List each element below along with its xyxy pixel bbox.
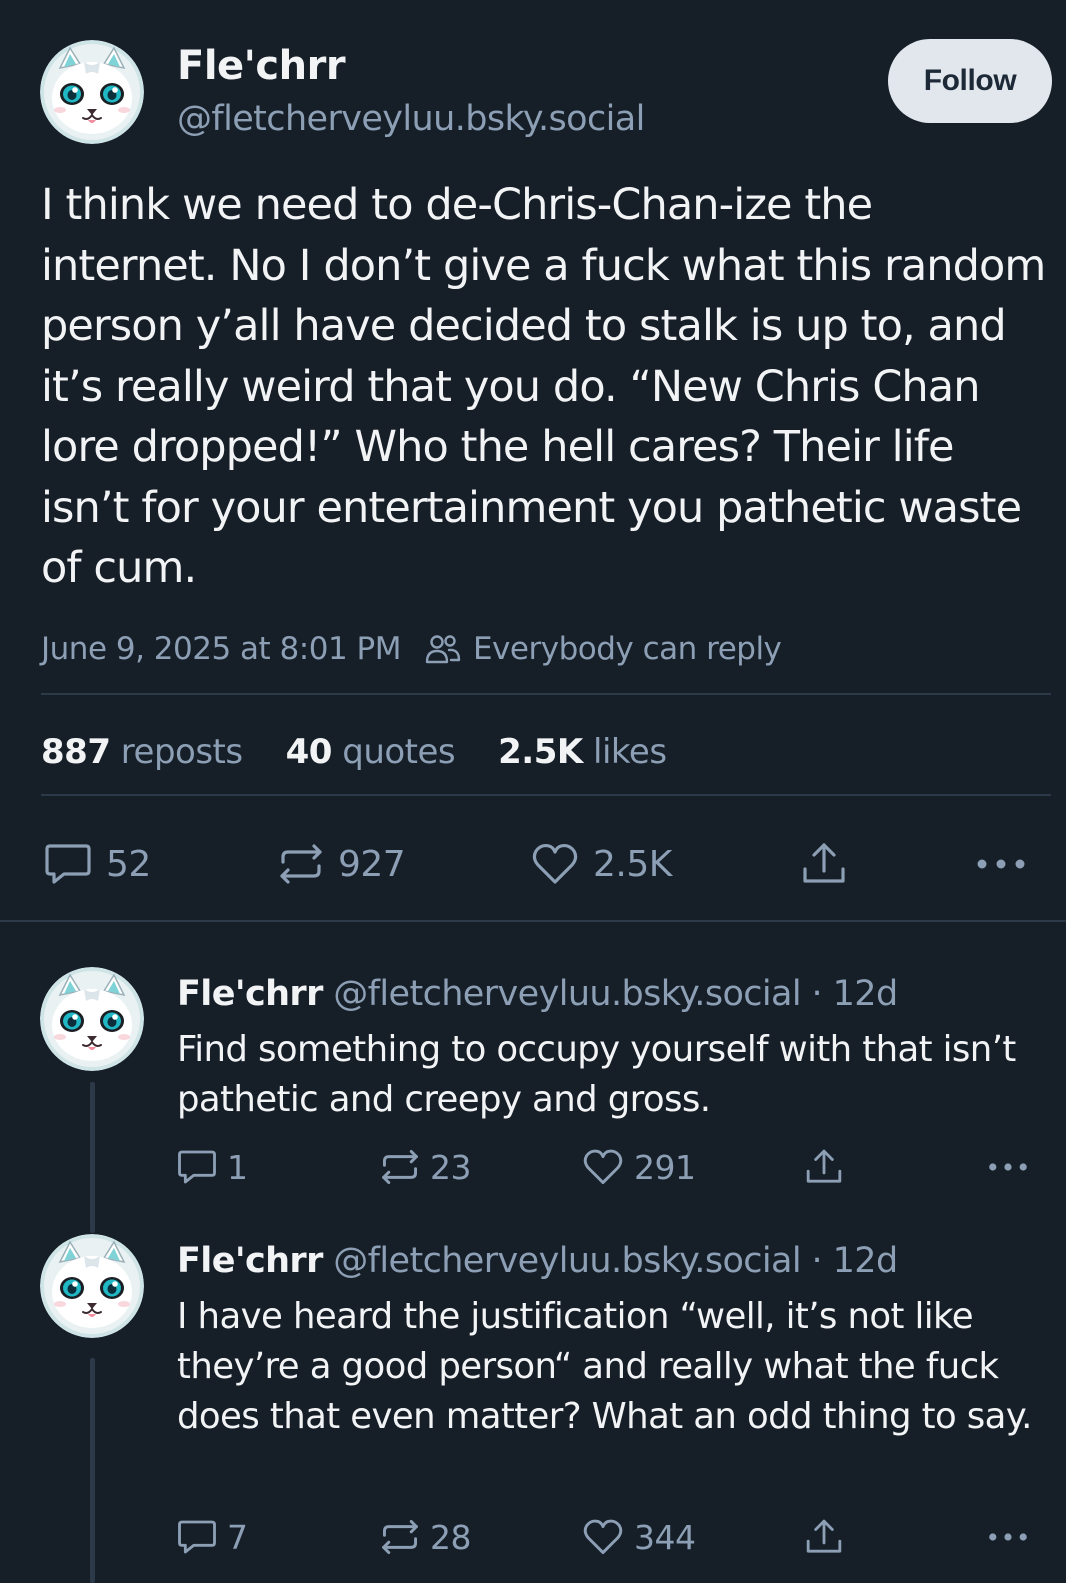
author-handle[interactable]: @fletcherveyluu.bsky.social — [177, 96, 645, 142]
reply-time[interactable]: 12d — [833, 974, 899, 1014]
reply-count: 1 — [227, 1147, 248, 1187]
share-button[interactable] — [804, 1146, 854, 1188]
divider — [41, 693, 1051, 695]
like-button[interactable]: 344 — [582, 1516, 696, 1558]
share-upload-icon — [806, 1519, 842, 1553]
follow-button[interactable]: Follow — [888, 39, 1052, 123]
reply-text: Find something to occupy yourself with t… — [177, 1029, 1016, 1120]
reply-author-handle[interactable]: @fletcherveyluu.bsky.social — [333, 1241, 801, 1281]
post-timestamp[interactable]: June 9, 2025 at 8:01 PM — [41, 631, 401, 667]
reply-button[interactable]: 52 — [44, 838, 151, 890]
like-count: 344 — [634, 1517, 696, 1557]
reposts-count: 887 — [41, 732, 111, 772]
likes-stat[interactable]: 2.5K likes — [498, 732, 667, 772]
section-divider — [0, 920, 1066, 922]
repost-count: 28 — [430, 1517, 472, 1557]
reply-author-handle[interactable]: @fletcherveyluu.bsky.social — [333, 974, 801, 1014]
avatar[interactable] — [40, 40, 144, 144]
reposts-stat[interactable]: 887 reposts — [41, 732, 243, 772]
speech-bubble-icon — [178, 1520, 216, 1554]
reply-time[interactable]: 12d — [833, 1241, 899, 1281]
speech-bubble-icon — [45, 844, 91, 884]
share-button[interactable] — [800, 838, 862, 890]
engagement-stats: 887 reposts 40 quotes 2.5K likes — [41, 728, 710, 776]
reply-header: Fle'chrr @fletcherveyluu.bsky.social · 1… — [177, 1238, 898, 1284]
reposts-label: reposts — [120, 732, 243, 772]
share-upload-icon — [806, 1149, 842, 1183]
reply-count: 52 — [106, 843, 151, 885]
reply-author-name[interactable]: Fle'chrr — [177, 974, 323, 1014]
repost-arrows-icon — [382, 1519, 418, 1555]
reply-setting-label: Everybody can reply — [472, 631, 782, 667]
like-count: 291 — [634, 1147, 696, 1187]
more-dots-icon — [977, 859, 1025, 869]
like-button[interactable]: 291 — [582, 1146, 696, 1188]
divider — [41, 794, 1051, 796]
reply-header: Fle'chrr @fletcherveyluu.bsky.social · 1… — [177, 971, 898, 1017]
speech-bubble-icon — [178, 1150, 216, 1184]
avatar[interactable] — [40, 967, 144, 1071]
repost-arrows-icon — [280, 844, 322, 884]
quotes-count: 40 — [285, 732, 333, 772]
heart-icon — [532, 843, 578, 884]
reply-button[interactable]: 7 — [177, 1516, 248, 1558]
repost-button[interactable]: 23 — [380, 1146, 472, 1188]
repost-button[interactable]: 28 — [380, 1516, 472, 1558]
separator-dot: · — [811, 974, 823, 1014]
heart-icon — [583, 1519, 623, 1555]
likes-count: 2.5K — [498, 732, 583, 772]
post-text: I think we need to de-Chris-Chan-ize the… — [41, 180, 1046, 593]
post-meta: June 9, 2025 at 8:01 PM Everybody can re… — [41, 627, 782, 671]
repost-button[interactable]: 927 — [278, 838, 406, 890]
reply-button[interactable]: 1 — [177, 1146, 248, 1188]
thread-line — [90, 1358, 95, 1583]
like-button[interactable]: 2.5K — [531, 838, 672, 890]
thread-line — [90, 1082, 95, 1233]
quotes-stat[interactable]: 40 quotes — [286, 732, 456, 772]
share-button[interactable] — [804, 1516, 854, 1558]
people-icon — [425, 635, 461, 664]
like-count: 2.5K — [593, 843, 672, 885]
repost-arrows-icon — [382, 1149, 418, 1185]
more-dots-icon — [989, 1163, 1027, 1171]
more-dots-icon — [989, 1533, 1027, 1541]
reply-text: I have heard the justification “well, it… — [177, 1296, 1032, 1437]
separator-dot: · — [811, 1241, 823, 1281]
more-button[interactable] — [988, 1516, 1038, 1558]
more-button[interactable] — [976, 838, 1040, 890]
likes-label: likes — [593, 732, 667, 772]
repost-count: 927 — [338, 843, 406, 885]
quotes-label: quotes — [342, 732, 456, 772]
share-upload-icon — [803, 843, 845, 883]
more-button[interactable] — [988, 1146, 1038, 1188]
reply-setting[interactable]: Everybody can reply — [425, 631, 782, 667]
repost-count: 23 — [430, 1147, 472, 1187]
reply-count: 7 — [227, 1517, 248, 1557]
heart-icon — [583, 1149, 623, 1185]
avatar[interactable] — [40, 1234, 144, 1338]
reply-author-name[interactable]: Fle'chrr — [177, 1241, 323, 1281]
author-name[interactable]: Fle'chrr — [177, 40, 346, 92]
